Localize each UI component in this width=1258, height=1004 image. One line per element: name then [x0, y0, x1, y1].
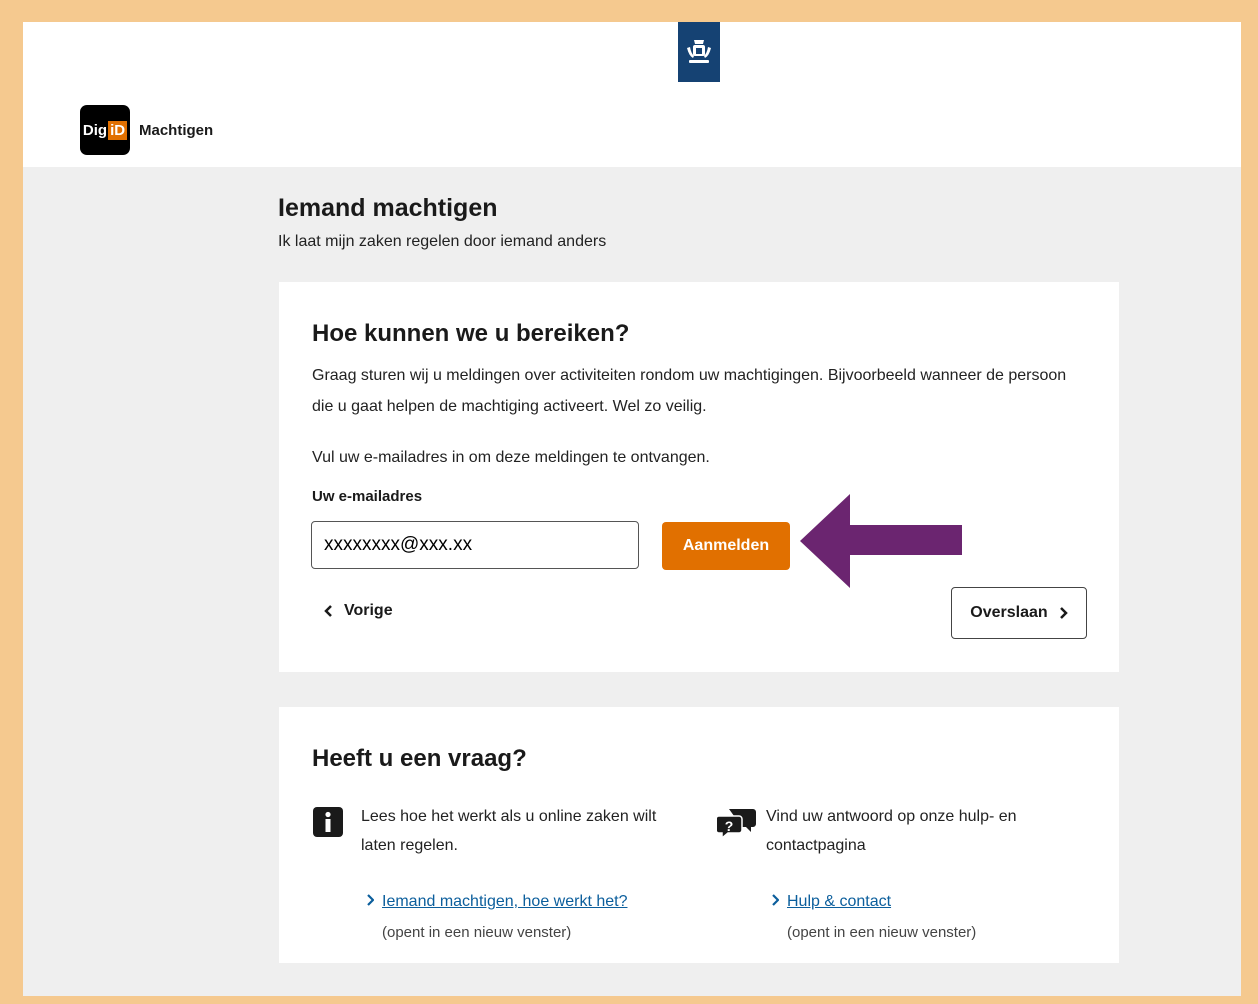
digid-logo-text: Dig [82, 121, 108, 139]
site-header: Dig iD Machtigen [23, 22, 1241, 167]
skip-button-label: Overslaan [970, 604, 1048, 621]
digid-logo-id: iD [108, 120, 128, 140]
svg-text:?: ? [725, 818, 734, 834]
digid-brand[interactable]: Dig iD Machtigen [80, 105, 213, 155]
digid-logo: Dig iD [80, 105, 130, 155]
contact-card: Hoe kunnen we u bereiken? Graag sturen w… [279, 282, 1119, 672]
page-title: Iemand machtigen [278, 194, 498, 222]
help-info-link-label[interactable]: Iemand machtigen, hoe werkt het? [382, 893, 627, 911]
help-card-heading: Heeft u een vraag? [312, 745, 527, 772]
page-subtitle: Ik laat mijn zaken regelen door iemand a… [278, 233, 607, 250]
contact-card-heading: Hoe kunnen we u bereiken? [312, 320, 630, 347]
email-field[interactable] [311, 521, 639, 569]
arrow-left-icon [800, 494, 962, 588]
help-contact-note: (opent in een nieuw venster) [787, 924, 977, 941]
chevron-left-icon [324, 605, 332, 617]
contact-intro-text: Graag sturen wij u meldingen over activi… [312, 367, 1067, 415]
help-contact-link-label[interactable]: Hulp & contact [787, 893, 891, 911]
skip-button[interactable]: Overslaan [951, 587, 1087, 639]
help-card: Heeft u een vraag? Lees hoe het werkt al… [279, 707, 1119, 963]
browser-window: Dig iD Machtigen Iemand machtigen Ik laat… [23, 22, 1241, 996]
rijksoverheid-crest-icon[interactable] [678, 22, 720, 82]
back-link[interactable]: Vorige [324, 602, 393, 620]
chevron-right-icon [1059, 607, 1068, 619]
help-contact-text: Vind uw antwoord op onze hulp- en contac… [766, 808, 1017, 854]
help-info-note: (opent in een nieuw venster) [382, 924, 572, 941]
info-icon [313, 807, 343, 837]
chat-question-icon: ? [717, 809, 756, 840]
email-field-label: Uw e-mailadres [312, 488, 423, 505]
help-info-text: Lees hoe het werkt als u online zaken wi… [361, 808, 657, 854]
help-info-link[interactable]: Iemand machtigen, hoe werkt het? [366, 893, 627, 911]
chevron-right-icon [366, 893, 375, 911]
aanmelden-button[interactable]: Aanmelden [662, 522, 790, 570]
brand-name: Machtigen [139, 121, 214, 139]
chevron-right-icon [771, 893, 780, 911]
help-contact-link[interactable]: Hulp & contact [771, 893, 891, 911]
contact-instruction-text: Vul uw e-mailadres in om deze meldingen … [312, 449, 710, 466]
back-link-label: Vorige [344, 602, 393, 619]
